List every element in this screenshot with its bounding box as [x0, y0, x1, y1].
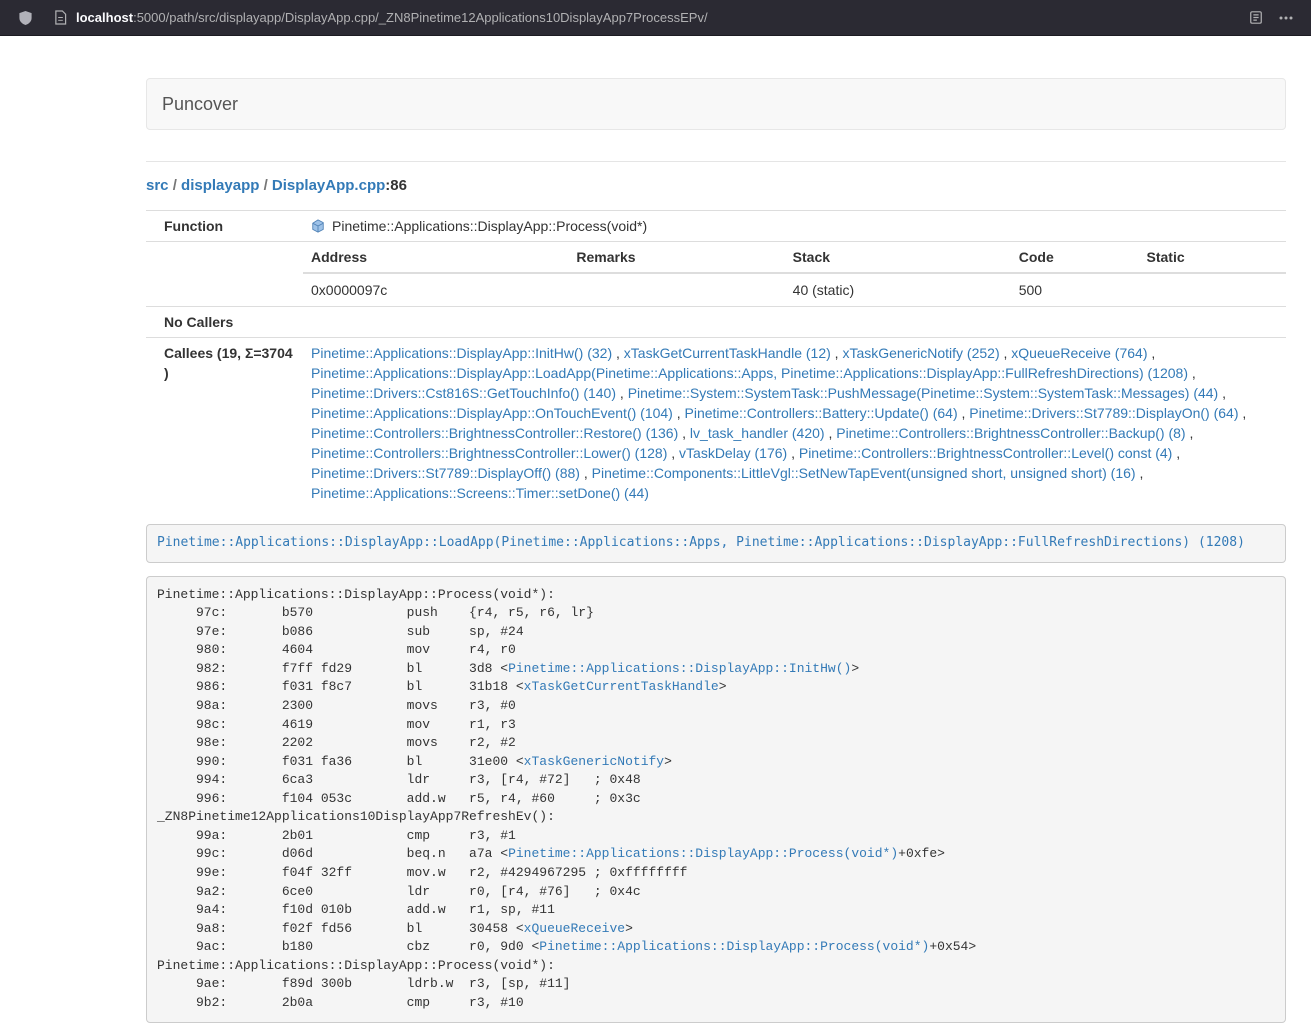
- no-callers-label: No Callers: [146, 307, 303, 338]
- callee-link[interactable]: Pinetime::System::SystemTask::PushMessag…: [628, 385, 1219, 401]
- callee-separator: ,: [1000, 345, 1012, 361]
- callee-separator: ,: [1186, 425, 1194, 441]
- metrics-data-row: 0x0000097c 40 (static) 500: [303, 273, 1286, 306]
- callee-link[interactable]: Pinetime::Drivers::St7789::DisplayOn() (…: [969, 405, 1238, 421]
- page-info-icon[interactable]: [54, 10, 67, 25]
- callee-separator: ,: [1239, 405, 1247, 421]
- callee-link[interactable]: vTaskDelay (176): [679, 445, 787, 461]
- function-row: Function Pinetime::Applications::Display…: [146, 211, 1286, 242]
- code-symbol-link[interactable]: xQueueReceive: [524, 921, 625, 936]
- callee-link[interactable]: Pinetime::Controllers::BrightnessControl…: [311, 445, 667, 461]
- code-symbol-link[interactable]: Pinetime::Applications::DisplayApp::Init…: [508, 661, 851, 676]
- document-icon: [54, 10, 67, 25]
- callee-link[interactable]: Pinetime::Controllers::Battery::Update()…: [685, 405, 958, 421]
- divider: [146, 161, 1286, 162]
- callee-separator: ,: [825, 425, 837, 441]
- callee-separator: ,: [678, 425, 690, 441]
- code-symbol-link[interactable]: Pinetime::Applications::DisplayApp::Proc…: [539, 939, 929, 954]
- disassembly-code: Pinetime::Applications::DisplayApp::Proc…: [157, 587, 976, 1010]
- shield-icon: [18, 10, 33, 26]
- callee-link[interactable]: Pinetime::Controllers::BrightnessControl…: [836, 425, 1185, 441]
- callee-separator: ,: [958, 405, 970, 421]
- column-header-static: Static: [1139, 242, 1286, 273]
- function-name: Pinetime::Applications::DisplayApp::Proc…: [332, 216, 647, 236]
- column-header-address: Address: [303, 242, 568, 273]
- breadcrumb-link-displayapp[interactable]: displayapp: [181, 177, 259, 194]
- callee-link[interactable]: xQueueReceive (764): [1011, 345, 1147, 361]
- no-callers-row: No Callers: [146, 307, 1286, 338]
- highlighted-callee-box: Pinetime::Applications::DisplayApp::Load…: [146, 524, 1286, 563]
- symbol-metrics-table: Address Remarks Stack Code Static 0x0000…: [303, 242, 1286, 306]
- tracking-protection-shield-icon[interactable]: [10, 4, 40, 32]
- url-path: :5000/path/src/displayapp/DisplayApp.cpp…: [133, 10, 708, 25]
- callee-link[interactable]: Pinetime::Applications::DisplayApp::OnTo…: [311, 405, 673, 421]
- callee-link[interactable]: lv_task_handler (420): [690, 425, 825, 441]
- disassembly-block: Pinetime::Applications::DisplayApp::Proc…: [146, 576, 1286, 1023]
- callees-row: Callees (19, Σ=3704 ) Pinetime::Applicat…: [146, 338, 1286, 509]
- callee-link[interactable]: Pinetime::Controllers::BrightnessControl…: [311, 425, 678, 441]
- callee-separator: ,: [1172, 445, 1180, 461]
- meatball-menu-icon: [1279, 16, 1293, 20]
- callee-separator: ,: [580, 465, 592, 481]
- breadcrumb-link-src[interactable]: src: [146, 177, 169, 194]
- app-header: Puncover: [146, 78, 1286, 130]
- callee-separator: ,: [673, 405, 685, 421]
- callees-list: Pinetime::Applications::DisplayApp::Init…: [303, 338, 1286, 509]
- column-header-remarks: Remarks: [568, 242, 784, 273]
- callee-link[interactable]: Pinetime::Applications::DisplayApp::Init…: [311, 345, 612, 361]
- breadcrumb-link-displayapp.cpp[interactable]: DisplayApp.cpp: [272, 177, 385, 194]
- app-brand: Puncover: [162, 94, 238, 115]
- address-bar[interactable]: localhost:5000/path/src/displayapp/Displ…: [48, 4, 1233, 32]
- main-content: Puncover src / displayapp / DisplayApp.c…: [146, 78, 1286, 1023]
- callee-separator: ,: [1136, 465, 1144, 481]
- column-header-stack: Stack: [785, 242, 1011, 273]
- highlighted-callee-link[interactable]: Pinetime::Applications::DisplayApp::Load…: [157, 535, 1245, 550]
- callee-link[interactable]: xTaskGenericNotify (252): [842, 345, 999, 361]
- page-actions-menu-button[interactable]: [1271, 4, 1301, 32]
- code-symbol-link[interactable]: xTaskGetCurrentTaskHandle: [524, 679, 719, 694]
- function-detail-table: Function Pinetime::Applications::Display…: [146, 210, 1286, 508]
- column-header-code: Code: [1011, 242, 1139, 273]
- callee-link[interactable]: Pinetime::Applications::Screens::Timer::…: [311, 485, 649, 501]
- callee-separator: ,: [1147, 345, 1155, 361]
- callee-link[interactable]: Pinetime::Controllers::BrightnessControl…: [799, 445, 1172, 461]
- breadcrumb-separator: /: [169, 177, 182, 194]
- code-symbol-link[interactable]: xTaskGenericNotify: [524, 754, 664, 769]
- breadcrumb-separator: /: [259, 177, 272, 194]
- callee-separator: ,: [667, 445, 679, 461]
- metrics-row: Address Remarks Stack Code Static 0x0000…: [146, 242, 1286, 307]
- reader-view-button[interactable]: [1241, 4, 1271, 32]
- function-symbol-icon: [311, 219, 325, 233]
- address-value: 0x0000097c: [303, 273, 568, 306]
- callee-separator: ,: [616, 385, 628, 401]
- callee-link[interactable]: xTaskGetCurrentTaskHandle (12): [624, 345, 831, 361]
- code-size-value: 500: [1011, 273, 1139, 306]
- static-value: [1139, 273, 1286, 306]
- breadcrumb: src / displayapp / DisplayApp.cpp:86: [146, 176, 1286, 196]
- callee-link[interactable]: Pinetime::Drivers::Cst816S::GetTouchInfo…: [311, 385, 616, 401]
- browser-toolbar: localhost:5000/path/src/displayapp/Displ…: [0, 0, 1311, 36]
- function-label: Function: [146, 211, 303, 242]
- code-symbol-link[interactable]: Pinetime::Applications::DisplayApp::Proc…: [508, 846, 898, 861]
- url-host: localhost: [76, 10, 133, 25]
- callee-separator: ,: [612, 345, 624, 361]
- remarks-value: [568, 273, 784, 306]
- callee-separator: ,: [787, 445, 799, 461]
- callees-label: Callees (19, Σ=3704 ): [146, 338, 303, 509]
- breadcrumb-line-number: :86: [385, 177, 407, 194]
- callee-link[interactable]: Pinetime::Components::LittleVgl::SetNewT…: [592, 465, 1136, 481]
- callee-separator: ,: [1188, 365, 1196, 381]
- callee-separator: ,: [831, 345, 843, 361]
- callee-link[interactable]: Pinetime::Drivers::St7789::DisplayOff() …: [311, 465, 580, 481]
- callee-link[interactable]: Pinetime::Applications::DisplayApp::Load…: [311, 365, 1188, 381]
- reader-view-icon: [1249, 10, 1263, 25]
- callee-separator: ,: [1218, 385, 1226, 401]
- stack-value: 40 (static): [785, 273, 1011, 306]
